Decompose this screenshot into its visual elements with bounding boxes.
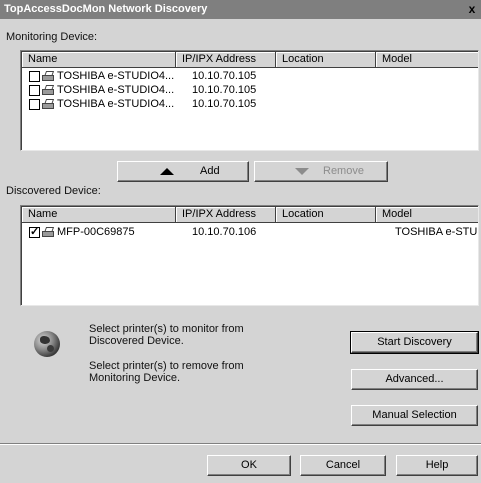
discovered-row[interactable]: MFP-00C69875 10.10.70.106 TOSHIBA e-STU.… xyxy=(22,225,479,239)
manual-selection-button[interactable]: Manual Selection xyxy=(351,405,478,426)
monitoring-device-label: Monitoring Device: xyxy=(6,31,98,43)
monitor-hint-line2: Discovered Device. xyxy=(89,335,184,347)
row-name: MFP-00C69875 xyxy=(57,226,135,238)
add-button-label: Add xyxy=(200,165,220,177)
help-button[interactable]: Help xyxy=(396,455,478,476)
advanced-button[interactable]: Advanced... xyxy=(351,369,478,390)
monitor-hint-line1: Select printer(s) to monitor from xyxy=(89,323,244,335)
row-ip: 10.10.70.105 xyxy=(192,84,257,96)
monitoring-device-list[interactable]: Name IP/IPX Address Location Model TOSHI… xyxy=(20,50,479,151)
row-ip: 10.10.70.105 xyxy=(192,98,257,110)
printer-icon xyxy=(41,84,55,96)
discovered-list-header: Name IP/IPX Address Location Model xyxy=(22,207,478,223)
row-checkbox-checked[interactable] xyxy=(29,225,40,238)
monitoring-list-header: Name IP/IPX Address Location Model xyxy=(22,52,478,68)
column-header-name[interactable]: Name xyxy=(22,52,176,68)
column-header-ip[interactable]: IP/IPX Address xyxy=(176,207,276,223)
window-title: TopAccessDocMon Network Discovery xyxy=(4,3,208,15)
column-header-location[interactable]: Location xyxy=(276,52,376,68)
arrow-up-icon xyxy=(160,168,174,175)
printer-icon xyxy=(41,226,55,238)
column-header-location[interactable]: Location xyxy=(276,207,376,223)
printer-icon xyxy=(41,98,55,110)
start-discovery-button[interactable]: Start Discovery xyxy=(350,331,479,354)
remove-hint: Select printer(s) to remove from Monitor… xyxy=(89,360,244,384)
cancel-button[interactable]: Cancel xyxy=(300,455,386,476)
remove-hint-line1: Select printer(s) to remove from xyxy=(89,360,244,372)
row-checkbox[interactable] xyxy=(29,98,40,110)
dialog-body: Monitoring Device: Name IP/IPX Address L… xyxy=(0,19,481,483)
close-icon[interactable]: x xyxy=(465,2,479,16)
column-header-ip[interactable]: IP/IPX Address xyxy=(176,52,276,68)
arrow-down-icon xyxy=(295,168,309,175)
row-checkbox[interactable] xyxy=(29,84,40,96)
column-header-name[interactable]: Name xyxy=(22,207,176,223)
monitoring-row[interactable]: TOSHIBA e-STUDIO4... 10.10.70.105 xyxy=(22,97,289,111)
add-button[interactable]: Add xyxy=(117,161,249,182)
remove-hint-line2: Monitoring Device. xyxy=(89,372,181,384)
discovered-device-label: Discovered Device: xyxy=(6,185,101,197)
discovered-device-list[interactable]: Name IP/IPX Address Location Model MFP-0… xyxy=(20,205,479,306)
row-checkbox[interactable] xyxy=(29,70,40,82)
row-ip: 10.10.70.105 xyxy=(192,70,257,82)
row-model: TOSHIBA e-STU... xyxy=(395,226,479,238)
remove-button[interactable]: Remove xyxy=(254,161,388,182)
row-name: TOSHIBA e-STUDIO4... xyxy=(57,70,175,82)
row-name: TOSHIBA e-STUDIO4... xyxy=(57,84,175,96)
globe-icon xyxy=(34,331,60,357)
row-name: TOSHIBA e-STUDIO4... xyxy=(57,98,175,110)
remove-button-label: Remove xyxy=(323,165,364,177)
column-header-model[interactable]: Model xyxy=(376,52,478,68)
row-ip: 10.10.70.106 xyxy=(192,226,257,238)
footer-separator xyxy=(0,443,481,445)
monitoring-row[interactable]: TOSHIBA e-STUDIO4... 10.10.70.105 xyxy=(22,69,289,83)
title-bar: TopAccessDocMon Network Discovery x xyxy=(0,0,481,19)
monitor-hint: Select printer(s) to monitor from Discov… xyxy=(89,323,244,347)
monitoring-row[interactable]: TOSHIBA e-STUDIO4... 10.10.70.105 xyxy=(22,83,289,97)
ok-button[interactable]: OK xyxy=(207,455,291,476)
column-header-model[interactable]: Model xyxy=(376,207,478,223)
printer-icon xyxy=(41,70,55,82)
